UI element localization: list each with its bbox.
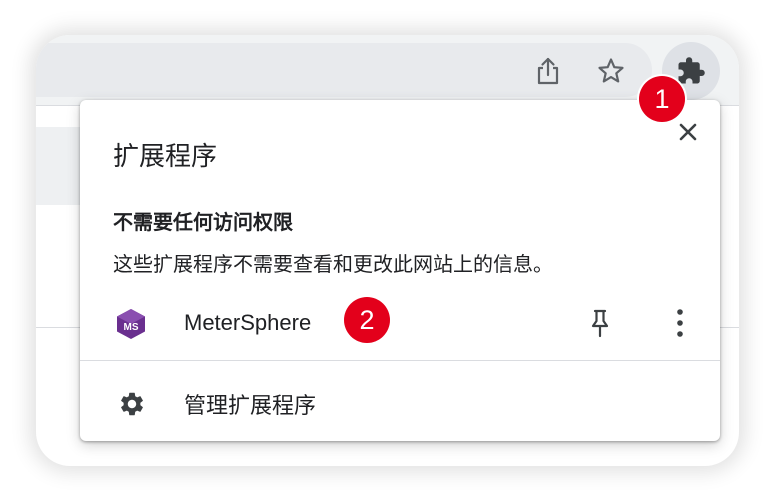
annotation-badge-1: 1 [639, 76, 685, 122]
manage-extensions-item[interactable]: 管理扩展程序 [80, 372, 720, 434]
metersphere-logo-icon: MS [116, 308, 146, 340]
section-heading: 不需要任何访问权限 [113, 210, 293, 234]
section-description: 这些扩展程序不需要查看和更改此网站上的信息。 [113, 252, 553, 276]
more-options-button[interactable] [666, 304, 694, 342]
extensions-popup: 扩展程序 不需要任何访问权限 这些扩展程序不需要查看和更改此网站上的信息。 MS… [80, 100, 720, 441]
browser-toolbar [36, 35, 739, 105]
close-icon [679, 123, 697, 141]
puzzle-icon [678, 57, 705, 84]
bookmark-button[interactable] [593, 53, 629, 89]
share-button[interactable] [530, 53, 566, 89]
row-divider [80, 360, 720, 361]
manage-extensions-label: 管理扩展程序 [184, 394, 317, 419]
pin-icon [591, 309, 609, 338]
logo-text: MS [124, 322, 139, 333]
gear-icon [118, 390, 146, 418]
extension-name[interactable]: MeterSphere [184, 310, 311, 336]
more-vert-icon [677, 309, 683, 337]
star-icon [598, 58, 624, 83]
popup-title: 扩展程序 [113, 142, 218, 172]
close-button[interactable] [672, 116, 704, 148]
share-icon [537, 57, 559, 85]
pin-button[interactable] [586, 306, 614, 340]
extension-row[interactable]: MS MeterSphere [80, 290, 720, 360]
annotation-badge-2: 2 [344, 297, 390, 343]
